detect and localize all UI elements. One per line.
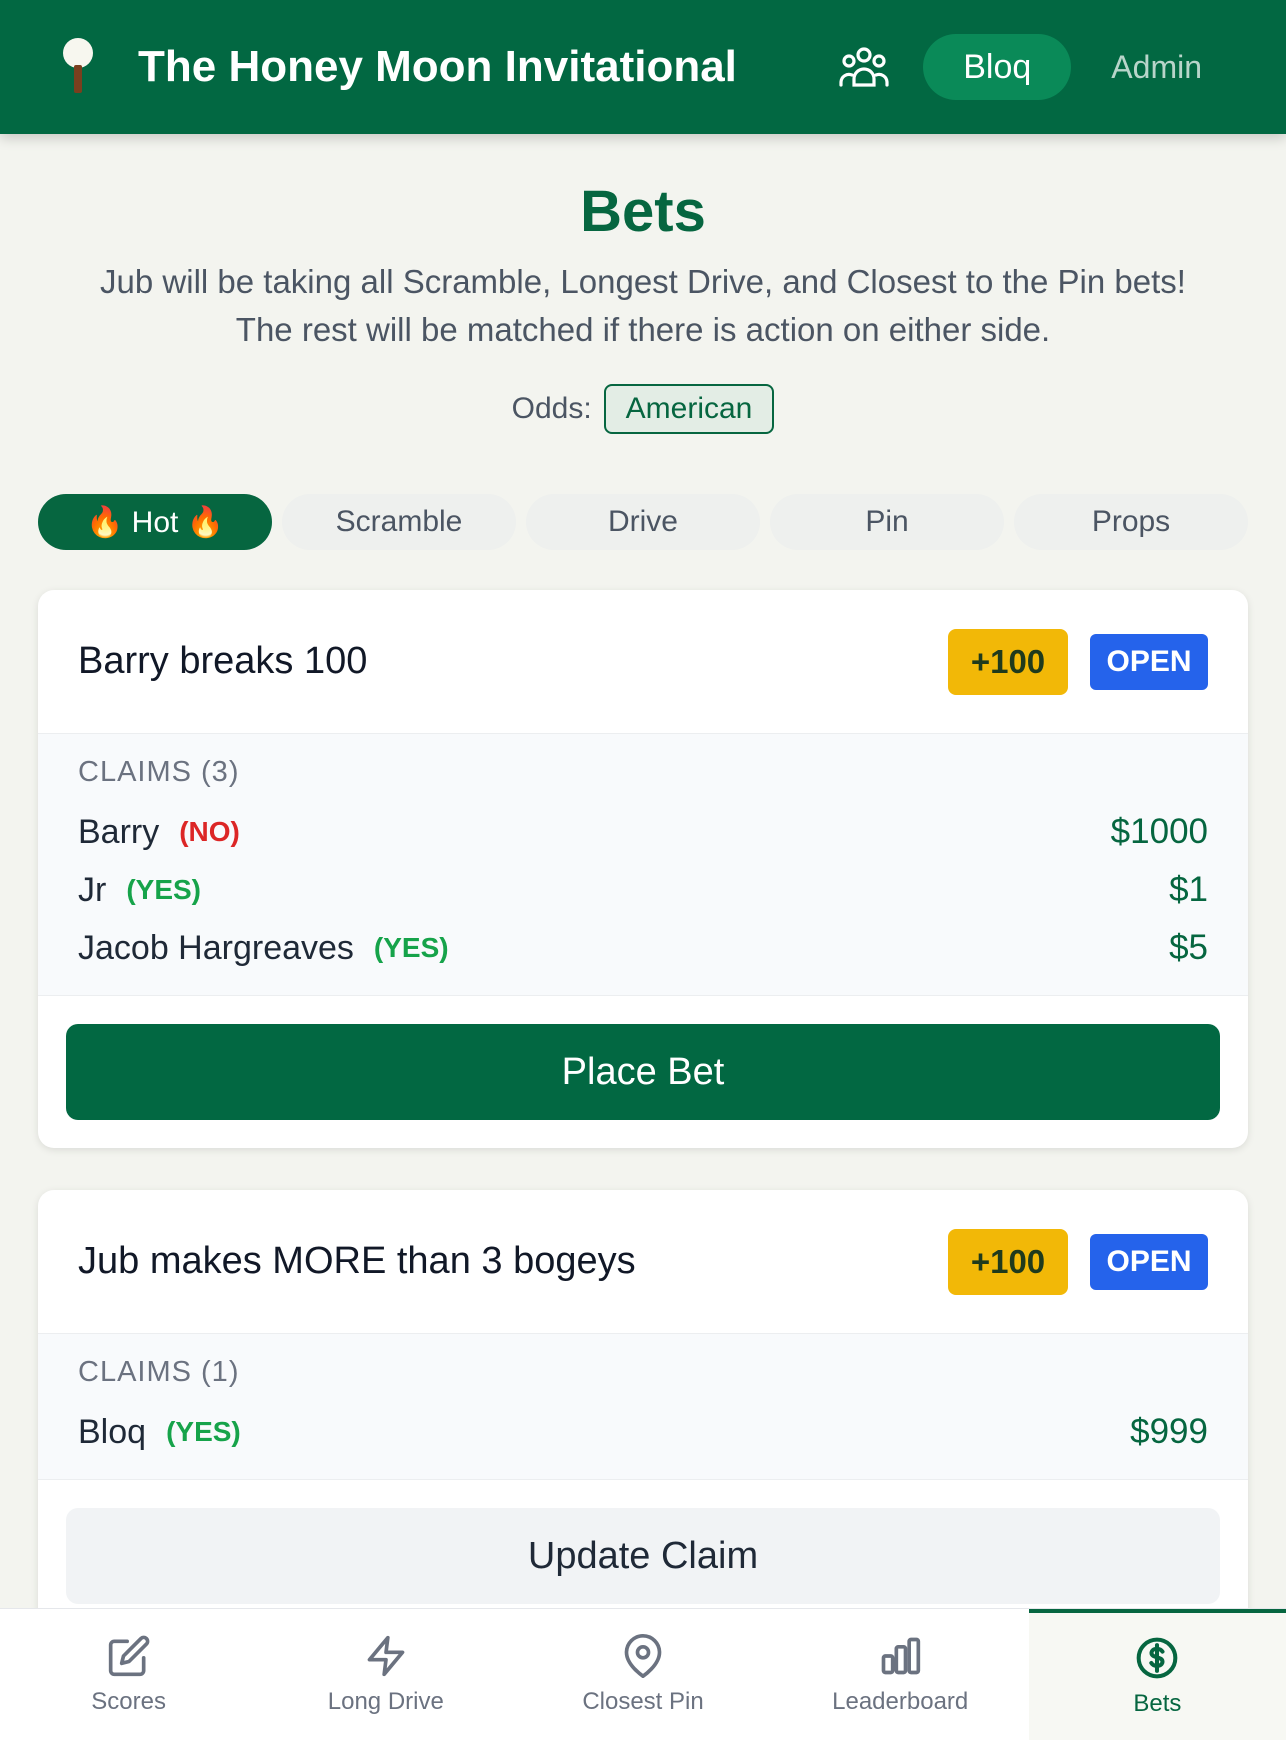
bet-card: Jub makes MORE than 3 bogeys +100 OPEN C… bbox=[38, 1190, 1248, 1630]
claim-row: Barry (NO) $1000 bbox=[78, 803, 1208, 861]
status-badge: OPEN bbox=[1090, 633, 1208, 690]
claim-amount: $1000 bbox=[1110, 812, 1208, 851]
dollar-circle-icon bbox=[1137, 1637, 1178, 1678]
app-header: The Honey Moon Invitational Bloq Admin bbox=[0, 0, 1286, 134]
claim-name: Barry bbox=[78, 812, 160, 851]
bet-card-header: Barry breaks 100 +100 OPEN bbox=[38, 590, 1248, 734]
claim-side: (YES) bbox=[166, 1416, 241, 1447]
claim-amount: $1 bbox=[1169, 870, 1208, 909]
nav-label: Long Drive bbox=[327, 1687, 444, 1715]
place-bet-button[interactable]: Place Bet bbox=[66, 1024, 1220, 1120]
bet-title: Barry breaks 100 bbox=[78, 640, 368, 682]
claim-side: (NO) bbox=[179, 816, 240, 847]
nav-label: Closest Pin bbox=[582, 1687, 704, 1715]
nav-label: Bets bbox=[1133, 1689, 1182, 1717]
bottom-nav: Scores Long Drive Closest Pin Leaderboar… bbox=[0, 1608, 1286, 1740]
page-subtitle: Jub will be taking all Scramble, Longest… bbox=[40, 258, 1246, 354]
claim-row: Jr (YES) $1 bbox=[78, 861, 1208, 919]
bet-card: Barry breaks 100 +100 OPEN CLAIMS (3) Ba… bbox=[38, 590, 1248, 1148]
map-pin-icon bbox=[624, 1633, 662, 1678]
bet-card-footer: Place Bet bbox=[38, 996, 1248, 1148]
claims-section: CLAIMS (3) Barry (NO) $1000 Jr (YES) $1 … bbox=[38, 734, 1248, 996]
claim-side: (YES) bbox=[373, 932, 449, 963]
odds-label: Odds: bbox=[511, 392, 592, 425]
claim-side: (YES) bbox=[126, 874, 202, 905]
claim-amount: $999 bbox=[1130, 1412, 1208, 1451]
claim-name: Jacob Hargreaves bbox=[78, 928, 354, 967]
tab-pin[interactable]: Pin bbox=[770, 494, 1004, 550]
tab-props[interactable]: Props bbox=[1014, 494, 1248, 550]
bet-card-header: Jub makes MORE than 3 bogeys +100 OPEN bbox=[38, 1190, 1248, 1334]
bet-title: Jub makes MORE than 3 bogeys bbox=[78, 1240, 636, 1282]
users-icon[interactable] bbox=[839, 45, 889, 89]
odds-format-toggle[interactable]: American bbox=[603, 384, 775, 434]
page-title: Bets bbox=[580, 179, 706, 244]
nav-leaderboard[interactable]: Leaderboard bbox=[772, 1609, 1029, 1740]
claims-label: CLAIMS (1) bbox=[78, 1356, 240, 1388]
status-badge: OPEN bbox=[1090, 1233, 1208, 1290]
claim-row: Bloq (YES) $999 bbox=[78, 1403, 1208, 1461]
odds-badge: +100 bbox=[948, 1228, 1068, 1295]
claim-name: Bloq bbox=[78, 1412, 147, 1451]
nav-scores[interactable]: Scores bbox=[0, 1609, 257, 1740]
tab-hot[interactable]: 🔥 Hot 🔥 bbox=[38, 494, 272, 550]
nav-label: Leaderboard bbox=[832, 1687, 969, 1715]
bet-category-tabs: 🔥 Hot 🔥 Scramble Drive Pin Props bbox=[38, 494, 1248, 550]
claims-section: CLAIMS (1) Bloq (YES) $999 bbox=[38, 1334, 1248, 1480]
nav-long-drive[interactable]: Long Drive bbox=[257, 1609, 514, 1740]
claim-amount: $5 bbox=[1169, 928, 1208, 967]
golf-tee-icon bbox=[63, 38, 93, 93]
tab-scramble[interactable]: Scramble bbox=[282, 494, 516, 550]
claims-label: CLAIMS (3) bbox=[78, 756, 240, 788]
bar-chart-icon bbox=[881, 1637, 921, 1674]
claim-row: Jacob Hargreaves (YES) $5 bbox=[78, 919, 1208, 977]
nav-closest-pin[interactable]: Closest Pin bbox=[514, 1609, 771, 1740]
lightning-icon bbox=[367, 1635, 405, 1676]
user-menu-button[interactable]: Bloq bbox=[923, 34, 1072, 100]
update-claim-button[interactable]: Update Claim bbox=[66, 1508, 1220, 1604]
app-title[interactable]: The Honey Moon Invitational bbox=[138, 42, 839, 92]
subtitle-line: The rest will be matched if there is act… bbox=[235, 311, 1051, 348]
odds-badge: +100 bbox=[948, 628, 1068, 695]
subtitle-line: Jub will be taking all Scramble, Longest… bbox=[100, 263, 1186, 300]
odds-format-row: Odds: American bbox=[0, 384, 1286, 434]
claim-name: Jr bbox=[78, 870, 107, 909]
admin-link[interactable]: Admin bbox=[1111, 49, 1202, 86]
nav-label: Scores bbox=[91, 1687, 166, 1715]
edit-icon bbox=[108, 1635, 149, 1676]
nav-bets[interactable]: Bets bbox=[1028, 1609, 1286, 1740]
tab-drive[interactable]: Drive bbox=[526, 494, 760, 550]
